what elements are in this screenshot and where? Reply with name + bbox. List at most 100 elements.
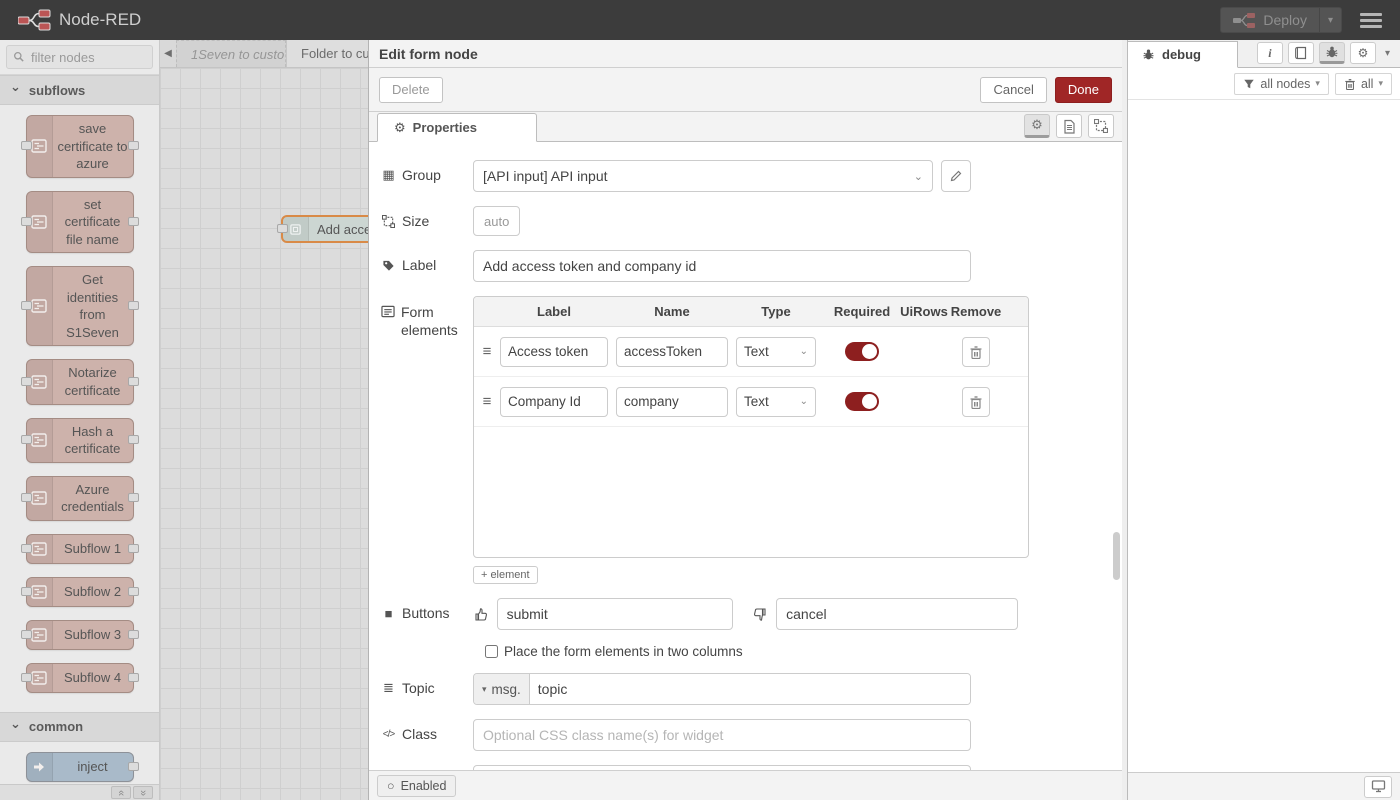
palette-search-input[interactable]: filter nodes: [6, 45, 153, 69]
form-element-row-2: ≡ Text⌄: [474, 377, 1028, 427]
sidebar-resize-handle[interactable]: [1122, 40, 1128, 800]
column-header-label: Label: [500, 304, 608, 319]
cancel-button-input[interactable]: [776, 598, 1018, 630]
edit-group-button[interactable]: [941, 160, 971, 192]
form-elements-label: Form elements: [381, 296, 473, 339]
palette-node-subflow-1[interactable]: Subflow 1: [26, 534, 134, 564]
tab-appearance-button[interactable]: [1088, 114, 1114, 138]
remove-element-button[interactable]: [962, 387, 990, 417]
drag-handle-icon[interactable]: ≡: [474, 393, 500, 410]
info-tab-button[interactable]: i: [1257, 42, 1283, 64]
element-name-input[interactable]: [616, 337, 728, 367]
cancel-button[interactable]: Cancel: [980, 77, 1046, 103]
element-label-input[interactable]: [500, 387, 608, 417]
app-header: Node-RED Deploy ▾: [0, 0, 1400, 40]
caret-down-icon: ▾: [482, 684, 487, 695]
config-tab-button[interactable]: ⚙: [1350, 42, 1376, 64]
double-chevron-down-icon: »: [137, 789, 149, 795]
two-columns-checkbox[interactable]: [485, 645, 498, 658]
delete-button[interactable]: Delete: [379, 77, 443, 103]
circle-icon: ○: [387, 779, 395, 793]
deploy-icon: [1233, 13, 1255, 28]
palette-scroll-area[interactable]: ⌄ subflows save certificate to azure set…: [0, 75, 159, 784]
palette-node-inject[interactable]: inject: [26, 752, 134, 782]
form-elements-table: Label Name Type Required UiRows Remove ≡…: [473, 296, 1029, 558]
tab-scroll-left-button[interactable]: ◀: [160, 40, 176, 67]
column-header-remove: Remove: [950, 304, 1002, 319]
topic-type-button[interactable]: ▾ msg.: [474, 674, 530, 704]
palette-footer: « »: [0, 784, 159, 800]
two-columns-row: Place the form elements in two columns: [485, 644, 1110, 659]
class-row: </> Class: [381, 719, 1110, 751]
clear-messages-button[interactable]: all ▾: [1335, 73, 1392, 95]
enabled-toggle-button[interactable]: ○ Enabled: [377, 775, 456, 797]
workspace-tab-s1seven[interactable]: 1Seven to custo: [176, 40, 286, 67]
debug-tab-button[interactable]: [1319, 42, 1345, 64]
tab-properties[interactable]: ⚙ Properties: [377, 113, 537, 142]
palette-category-common[interactable]: ⌄ common: [0, 712, 159, 742]
buttons-row: ■ Buttons: [381, 598, 1110, 630]
chevron-down-icon: ⌄: [800, 396, 808, 407]
palette-category-subflows[interactable]: ⌄ subflows: [0, 75, 159, 105]
menu-icon: [1360, 13, 1382, 16]
element-type-select[interactable]: Text⌄: [736, 337, 816, 367]
palette-node-hash-certificate[interactable]: Hash a certificate: [26, 418, 134, 463]
object-group-icon: [381, 215, 396, 228]
group-row: ▦ Group [API input] API input ⌄: [381, 160, 1110, 192]
expand-all-button[interactable]: »: [133, 786, 153, 799]
palette-node-subflow-2[interactable]: Subflow 2: [26, 577, 134, 607]
filter-nodes-button[interactable]: all nodes ▾: [1234, 73, 1329, 95]
palette-node-save-certificate[interactable]: save certificate to azure: [26, 115, 134, 178]
size-auto-button[interactable]: auto: [473, 206, 520, 236]
palette-node-subflow-4[interactable]: Subflow 4: [26, 663, 134, 693]
form-elements-header: Label Name Type Required UiRows Remove: [474, 297, 1028, 327]
class-input[interactable]: [473, 719, 971, 751]
submit-button-input[interactable]: [497, 598, 733, 630]
deploy-button[interactable]: Deploy ▾: [1220, 7, 1342, 33]
palette-node-azure-credentials[interactable]: Azure credentials: [26, 476, 134, 521]
palette-node-notarize-certificate[interactable]: Notarize certificate: [26, 359, 134, 404]
group-label: ▦ Group: [381, 160, 473, 183]
element-type-select[interactable]: Text⌄: [736, 387, 816, 417]
element-label-input[interactable]: [500, 337, 608, 367]
bars-icon: ≣: [381, 680, 396, 696]
element-name-input[interactable]: [616, 387, 728, 417]
chevron-down-icon: ⌄: [10, 716, 21, 732]
palette-node-get-identities[interactable]: Get identities from S1Seven: [26, 266, 134, 346]
deploy-options-caret[interactable]: ▾: [1319, 8, 1341, 32]
node-input-port: [21, 141, 32, 150]
collapse-all-button[interactable]: «: [111, 786, 131, 799]
chevron-left-icon: ◀: [164, 48, 172, 59]
help-tab-button[interactable]: [1288, 42, 1314, 64]
scrollbar-thumb[interactable]: [1113, 532, 1120, 580]
tray-scrollbar[interactable]: [1113, 252, 1120, 734]
drag-handle-icon[interactable]: ≡: [474, 343, 500, 360]
main-menu-button[interactable]: [1360, 13, 1382, 28]
caret-down-icon: ▾: [1328, 15, 1333, 26]
node-label-input[interactable]: [473, 250, 971, 282]
open-dashboard-button[interactable]: [1364, 776, 1392, 798]
buttons-label: ■ Buttons: [381, 598, 473, 621]
remove-element-button[interactable]: [962, 337, 990, 367]
required-toggle[interactable]: [845, 392, 879, 411]
topic-row: ≣ Topic ▾ msg.: [381, 673, 1110, 705]
more-tabs-button[interactable]: ▾: [1381, 48, 1394, 59]
name-input[interactable]: [473, 765, 971, 770]
debug-message-list[interactable]: [1128, 100, 1400, 772]
done-button[interactable]: Done: [1055, 77, 1112, 103]
palette-filter-row: filter nodes: [0, 40, 159, 75]
tray-footer: ○ Enabled: [369, 770, 1122, 800]
add-element-button[interactable]: + element: [473, 566, 538, 584]
required-toggle[interactable]: [845, 342, 879, 361]
sidebar-icon-buttons: i ⚙ ▾: [1257, 42, 1400, 67]
topic-value-input[interactable]: [530, 674, 970, 704]
group-select[interactable]: [API input] API input ⌄: [473, 160, 933, 192]
tab-debug[interactable]: debug: [1128, 41, 1238, 68]
tab-description-button[interactable]: [1056, 114, 1082, 138]
palette-node-subflow-3[interactable]: Subflow 3: [26, 620, 134, 650]
tab-node-settings-button[interactable]: ⚙: [1024, 114, 1050, 138]
thumbs-down-icon: [753, 607, 769, 622]
right-sidebar: debug i ⚙ ▾: [1128, 40, 1400, 800]
palette-node-set-certificate-name[interactable]: set certificate file name: [26, 191, 134, 254]
caret-down-icon: ▾: [1385, 48, 1390, 59]
